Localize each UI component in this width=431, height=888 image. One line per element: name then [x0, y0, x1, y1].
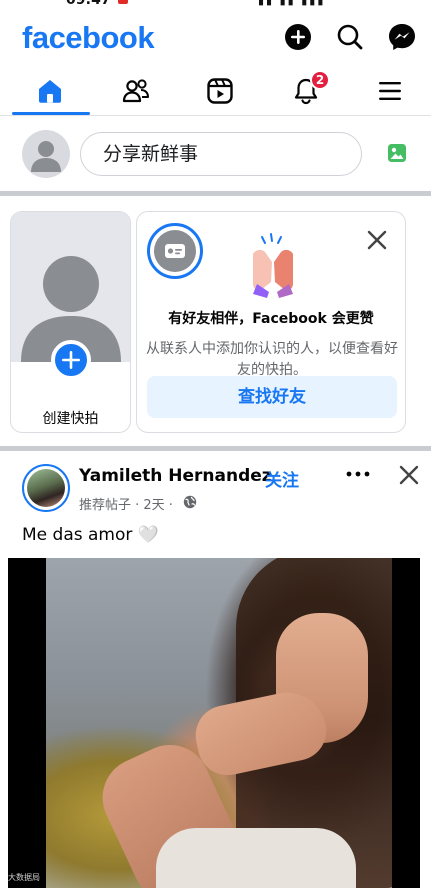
tab-menu[interactable] — [360, 68, 420, 114]
recording-indicator — [118, 0, 128, 4]
tab-friends[interactable] — [106, 68, 166, 114]
post-caption: Me das amor 🤍 — [22, 525, 159, 545]
post-media[interactable] — [8, 558, 420, 888]
public-globe-icon — [183, 494, 197, 509]
name-separator: · — [255, 467, 260, 485]
whats-new-input[interactable]: 分享新鲜事 — [80, 132, 362, 176]
tab-notifications[interactable]: 2 — [276, 68, 336, 114]
default-avatar-icon — [31, 141, 61, 172]
close-icon — [399, 465, 419, 485]
add-story-button[interactable] — [51, 340, 91, 380]
app-header: facebook — [0, 14, 431, 64]
post-author-avatar[interactable] — [22, 464, 70, 512]
active-tab-indicator — [12, 112, 90, 115]
suggestion-heading: 有好友相伴，Facebook 会更赞 — [168, 311, 374, 327]
search-icon — [337, 24, 363, 50]
tab-home[interactable] — [20, 68, 80, 114]
create-story-label: 创建快拍 — [42, 411, 99, 427]
photo-button[interactable] — [386, 142, 408, 164]
status-bar: 09:47 ▮▮ ▮▮ ▮▮▮ — [0, 0, 431, 14]
friends-icon — [122, 79, 149, 103]
post-author-name[interactable]: Yamileth Hernandez — [79, 466, 272, 486]
feed-post: Yamileth Hernandez · 关注 推荐帖子 · 2天 · Me d… — [0, 452, 431, 888]
messenger-button[interactable] — [387, 22, 417, 52]
post-photo — [46, 558, 392, 888]
tab-bar: 2 — [0, 68, 431, 116]
globe-icon — [183, 495, 197, 509]
section-divider — [0, 446, 431, 451]
post-composer: 分享新鲜事 — [0, 118, 431, 192]
search-button[interactable] — [335, 22, 365, 52]
high-five-illustration — [245, 232, 301, 298]
tab-reels[interactable] — [190, 68, 250, 114]
create-story-card[interactable]: 创建快拍 — [10, 211, 131, 433]
post-meta: 推荐帖子 · 2天 · — [79, 498, 173, 513]
create-button[interactable] — [283, 22, 313, 52]
reels-icon — [207, 78, 233, 104]
photo-shirt-shape — [156, 828, 356, 888]
plus-icon — [62, 351, 80, 369]
messenger-icon — [389, 24, 415, 50]
user-avatar[interactable] — [22, 130, 70, 178]
author-photo — [27, 469, 65, 507]
friend-suggestion-card: 有好友相伴，Facebook 会更赞 从联系人中添加你认识的人，以便查看好友的快… — [136, 211, 406, 433]
plus-icon — [285, 24, 311, 50]
close-icon — [367, 230, 387, 250]
photo-icon — [388, 144, 406, 162]
find-friends-button[interactable]: 查找好友 — [147, 376, 397, 418]
story-ring — [147, 223, 203, 279]
contact-card-icon — [165, 244, 185, 258]
post-options-button[interactable] — [343, 462, 373, 486]
watermark: 大数据局 — [8, 873, 40, 882]
status-time: 09:47 — [66, 0, 111, 8]
hide-post-button[interactable] — [398, 464, 420, 486]
follow-button[interactable]: 关注 — [265, 466, 299, 491]
suggestion-description: 从联系人中添加你认识的人，以便查看好友的快拍。 — [146, 341, 398, 378]
stories-section: 创建快拍 有好友相伴，Facebook 会更赞 从联系人中添加你认识的人，以便查… — [0, 196, 431, 446]
home-icon — [39, 80, 61, 103]
more-horizontal-icon — [346, 471, 370, 477]
notification-count-badge: 2 — [310, 70, 330, 90]
signal-indicator: ▮▮ ▮▮ ▮▮▮ — [258, 0, 326, 7]
hamburger-menu-icon — [379, 82, 401, 100]
dismiss-suggestion-button[interactable] — [365, 228, 389, 252]
facebook-logo: facebook — [22, 20, 155, 55]
contact-card-avatar — [154, 230, 196, 272]
high-five-icon — [253, 233, 293, 298]
